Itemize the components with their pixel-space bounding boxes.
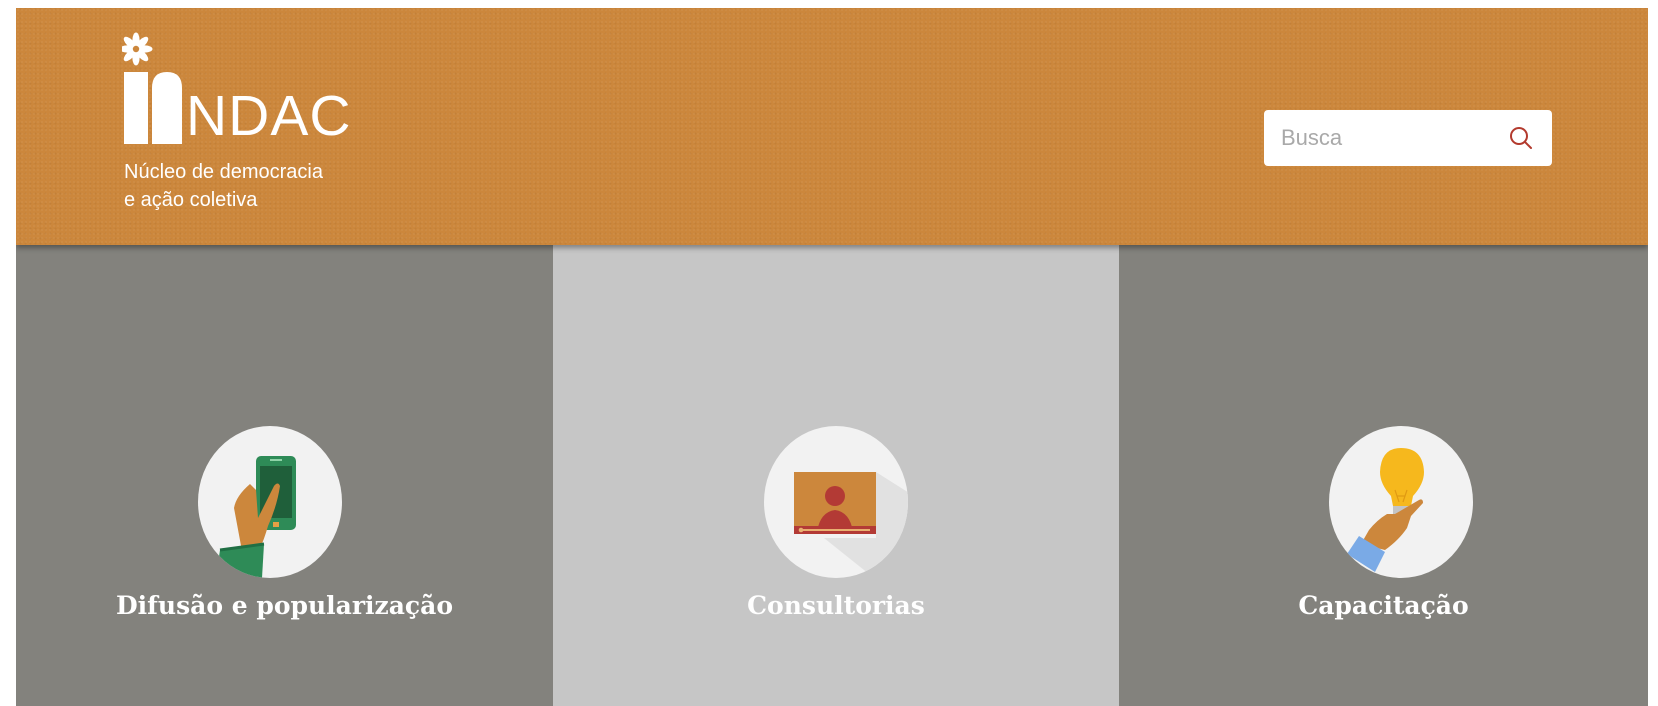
site-logo[interactable]: NDAC Núcleo de democracia e ação coletiv… bbox=[122, 32, 362, 212]
panel-consultorias[interactable]: Consultorias bbox=[553, 245, 1119, 706]
logo-mark-icon bbox=[122, 32, 182, 144]
hand-phone-icon bbox=[198, 426, 342, 578]
logo-tagline-line-1: Núcleo de democracia bbox=[124, 161, 323, 183]
search-input[interactable] bbox=[1264, 110, 1500, 166]
page-frame: NDAC Núcleo de democracia e ação coletiv… bbox=[16, 8, 1648, 706]
hand-lightbulb-icon bbox=[1329, 426, 1473, 578]
video-person-icon bbox=[764, 426, 908, 578]
panel-capacitacao[interactable]: Capacitação bbox=[1119, 245, 1648, 706]
panel-difusao[interactable]: Difusão e popularização bbox=[16, 245, 553, 706]
search-icon[interactable] bbox=[1506, 124, 1534, 152]
logo-wordmark: NDAC bbox=[186, 84, 352, 148]
panel-label: Difusão e popularização bbox=[115, 591, 454, 620]
panel-label: Capacitação bbox=[1298, 591, 1469, 620]
service-panels: Difusão e popularização Consultorias Cap… bbox=[16, 245, 1648, 706]
site-header: NDAC Núcleo de democracia e ação coletiv… bbox=[16, 8, 1648, 245]
logo-tagline: Núcleo de democracia e ação coletiva bbox=[124, 158, 364, 214]
logo-tagline-line-2: e ação coletiva bbox=[124, 189, 258, 211]
search-box bbox=[1264, 110, 1552, 166]
panel-label: Consultorias bbox=[747, 591, 925, 620]
